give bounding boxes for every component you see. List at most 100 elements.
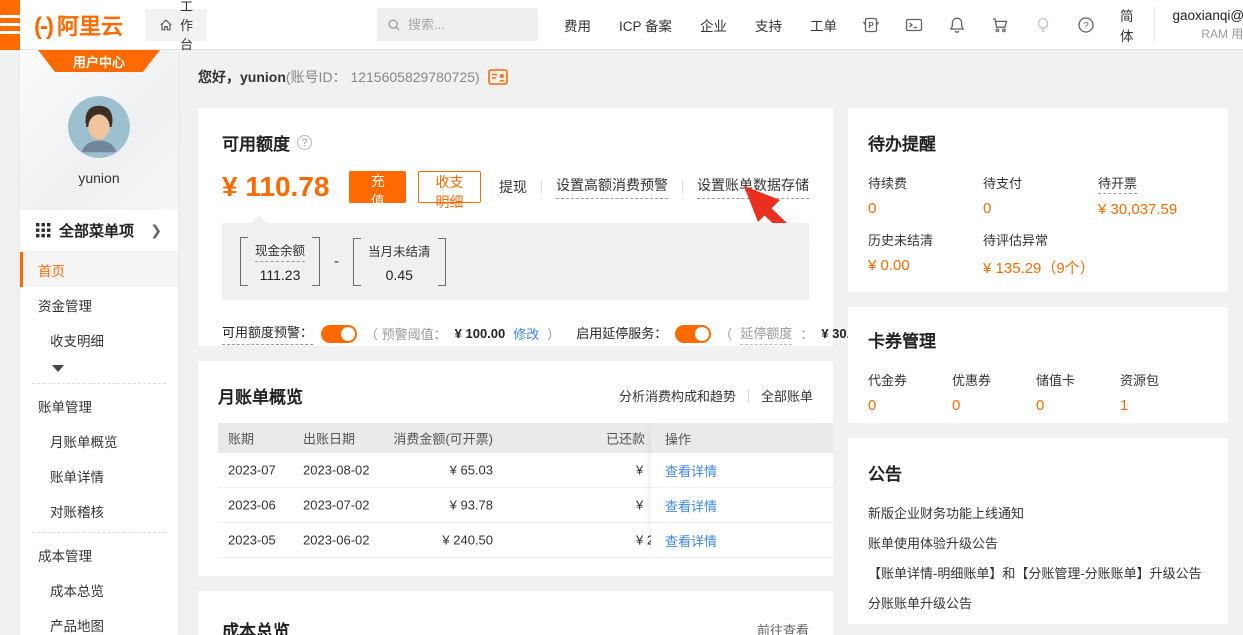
sidebar-item-home[interactable]: 首页 [20,252,178,287]
all-menu-button[interactable]: 全部菜单项 ❯ [20,210,178,252]
search-box[interactable] [377,8,538,41]
stat-value[interactable]: 0 [868,397,952,414]
view-detail-link[interactable]: 查看详情 [665,461,717,480]
sidebar-item-funds[interactable]: 资金管理 [20,287,178,322]
sidebar-item-reconciliation[interactable]: 对账稽核 [20,493,178,528]
income-expense-button[interactable]: 收支明细 [418,171,481,203]
cash-balance-label[interactable]: 现金余额 [255,240,305,262]
terminal-icon[interactable] [905,16,923,34]
triangle-down-icon [52,365,64,372]
notice-card: 公告 新版企业财务功能上线通知 账单使用体验升级公告 【账单详情-明细账单】和【… [848,438,1228,624]
stat-value[interactable]: 1 [1120,397,1208,414]
stat-value[interactable]: 0 [952,397,1036,414]
cost-title: 成本总览 [222,617,290,635]
minus-sign: - [334,253,339,270]
available-amount: ¥ 110.78 [222,171,329,203]
coupon-title: 卡券管理 [868,332,936,351]
shopping-cart-icon[interactable] [991,16,1009,34]
stat-voucher: 代金券 0 [868,370,952,414]
user-center-ribbon: 用户中心 [38,50,160,72]
stat-abnormal: 待评估异常 ¥ 135.29（9个） [983,230,1098,278]
bills-title: 月账单概览 [218,383,303,408]
quota-alert-label[interactable]: 可用额度预警： [222,322,313,345]
sidebar-item-bill-mgmt[interactable]: 账单管理 [20,388,178,423]
sidebar-item-cost-mgmt[interactable]: 成本管理 [20,537,178,572]
nav-item-enterprise[interactable]: 企业 [700,15,727,35]
notice-link[interactable]: 分账账单升级公告 [868,589,1208,619]
billing-console-page: (-) 阿里云 工作台 费用 ICP 备案 企业 支持 工单 P [0,0,1243,635]
sidebar-item-income-expense[interactable]: 收支明细 [20,322,178,357]
suspend-quota-term[interactable]: 延停额度 [740,323,792,345]
stat-value[interactable]: 0 [868,200,983,217]
help-icon[interactable]: ? [1077,16,1095,34]
account-id: (账号ID： 1215605829780725) [286,69,480,85]
lightbulb-icon[interactable] [1034,16,1052,34]
question-circle-icon[interactable]: ? [297,135,312,150]
nav-item-support[interactable]: 支持 [755,15,782,35]
notification-bell-icon[interactable] [948,16,966,34]
stat-invoice: 待开票 ¥ 30,037.59 [1098,173,1208,218]
cost-overview-card: 成本总览 前往查看 [198,591,833,635]
search-input[interactable] [408,17,528,32]
notice-link[interactable]: 新版企业财务功能上线通知 [868,499,1208,529]
divider [682,180,683,194]
stat-value[interactable]: ¥ 30,037.59 [1098,201,1208,218]
api-icon[interactable]: P [862,16,880,34]
user-block[interactable]: gaoxianqi@... RAM 用户 [1154,7,1243,43]
id-card-icon[interactable] [488,69,508,85]
stat-renewal: 待续费 0 [868,173,983,218]
set-high-spend-alert-link[interactable]: 设置高额消费预警 [556,175,668,199]
stat-label: 待续费 [868,173,983,192]
top-nav: (-) 阿里云 工作台 费用 ICP 备案 企业 支持 工单 P [0,0,1243,50]
stat-value[interactable]: ¥ 135.29（9个） [983,257,1098,278]
sidebar-item-product-map[interactable]: 产品地图 [20,607,178,635]
set-bill-storage-link[interactable]: 设置账单数据存储 [697,175,809,199]
user-name: gaoxianqi@... [1173,8,1243,23]
greeting-hello: 您好， [198,69,240,85]
collapse-arrow[interactable] [20,357,178,379]
go-view-link[interactable]: 前往查看 [757,620,809,635]
profile-avatar [68,96,130,158]
modify-link[interactable]: 修改 [513,324,539,343]
sidebar-item-cost-overview[interactable]: 成本总览 [20,572,178,607]
alibaba-cloud-logo[interactable]: (-) 阿里云 [34,9,123,41]
all-bills-link[interactable]: 全部账单 [761,386,813,405]
suspend-colon: ： [800,324,813,343]
alert-threshold-open: （ 预警阈值： [365,324,447,343]
workbench-label: 工作台 [180,0,193,53]
view-detail-link[interactable]: 查看详情 [665,496,717,515]
analyze-trend-link[interactable]: 分析消费构成和趋势 [619,386,736,405]
notice-link[interactable]: 账单使用体验升级公告 [868,529,1208,559]
locale-switch[interactable]: 简体 [1120,5,1134,45]
alert-threshold-value: ¥ 100.00 [455,326,506,341]
greeting-bar: 您好，yunion(账号ID： 1215605829780725) [198,62,1228,92]
grid-icon [36,223,51,238]
nav-item-fees[interactable]: 费用 [564,15,591,35]
stat-value[interactable]: ¥ 0.00 [868,257,983,274]
divider [32,383,166,384]
stat-coupon: 优惠券 0 [952,370,1036,414]
withdraw-link[interactable]: 提现 [499,177,527,197]
coupon-card: 卡券管理 代金券 0 优惠券 0 储值卡 0 [848,307,1228,423]
stat-pending-pay: 待支付 0 [983,173,1098,218]
alert-threshold-close: ） [547,324,560,343]
hamburger-menu-icon[interactable] [0,0,20,50]
actions-fixed-column: 操作 查看详情 查看详情 查看详情 [651,423,833,558]
stat-history-unsettled: 历史未结清 ¥ 0.00 [868,230,983,278]
profile-username: yunion [78,170,119,186]
nav-item-icp[interactable]: ICP 备案 [619,15,672,35]
right-column: 待办提醒 待续费 0 待支付 0 待开票 ¥ 30,037.59 [848,108,1228,635]
notice-link[interactable]: 【账单详情-明细账单】和【分账管理-分账账单】升级公告 [868,559,1208,589]
workbench-button[interactable]: 工作台 [145,9,207,41]
stat-label[interactable]: 待开票 [1098,176,1137,194]
suspend-service-toggle[interactable] [675,325,711,343]
sidebar-item-monthly-bill[interactable]: 月账单概览 [20,423,178,458]
recharge-button[interactable]: 充值 [349,171,406,203]
stat-value[interactable]: 0 [1036,397,1120,414]
stat-value[interactable]: 0 [983,200,1098,217]
sidebar-item-bill-detail[interactable]: 账单详情 [20,458,178,493]
col-actions: 操作 [651,423,833,453]
view-detail-link[interactable]: 查看详情 [665,531,717,550]
quota-alert-toggle[interactable] [321,325,357,343]
nav-item-tickets[interactable]: 工单 [810,15,837,35]
